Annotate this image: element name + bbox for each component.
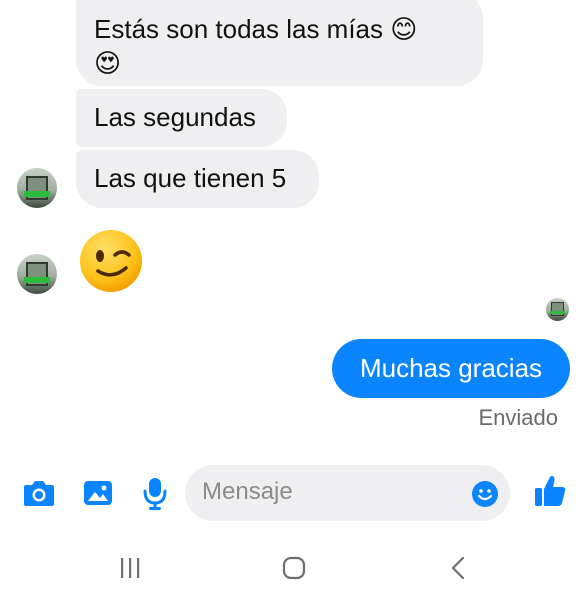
camera-icon[interactable] [22,478,56,508]
message-text-emoji: 😍 [94,48,122,78]
message-text: Estás son todas las mías 😊 [94,14,418,44]
message-text: Las segundas [94,102,256,132]
contact-avatar[interactable] [17,254,57,294]
microphone-icon[interactable] [142,476,168,510]
incoming-message[interactable]: Estás son todas las mías 😊 😍 [76,0,483,86]
message-input[interactable]: Mensaje [185,465,510,521]
outgoing-message[interactable]: Muchas gracias [332,339,570,398]
message-status: Enviado [478,405,558,430]
like-icon[interactable] [533,474,567,508]
composer-bar: Mensaje [0,462,587,526]
incoming-message[interactable]: Las que tienen 5 [76,150,319,208]
message-text: Las que tienen 5 [94,163,287,193]
home-icon[interactable] [282,556,306,580]
incoming-message[interactable]: Las segundas [76,89,287,147]
seen-avatar [546,298,569,321]
system-nav-bar [0,540,587,600]
back-icon[interactable] [450,556,466,580]
message-text: Muchas gracias [359,353,543,383]
gallery-icon[interactable] [82,478,114,508]
chat-screen: Estás son todas las mías 😊 😍 Las segunda… [0,0,587,600]
contact-avatar[interactable] [17,168,57,208]
wink-emoji[interactable] [78,228,144,294]
recent-apps-icon[interactable] [118,557,142,579]
emoji-icon[interactable] [471,480,499,508]
message-input-placeholder: Mensaje [202,478,293,505]
